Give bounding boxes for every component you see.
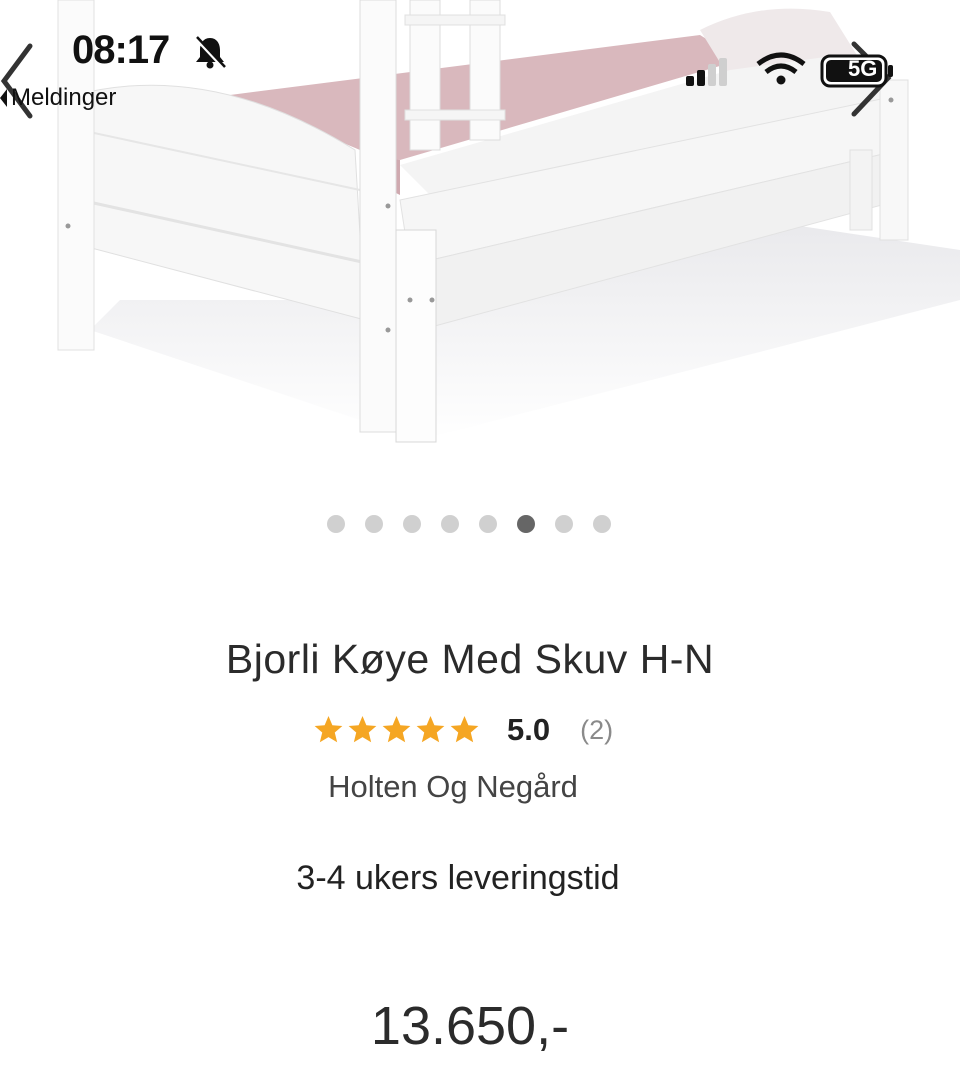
carousel-dot[interactable]: [593, 515, 611, 533]
star-rating: [312, 714, 481, 746]
star-icon: [382, 716, 411, 743]
bunk-bed-illustration: [57, 0, 960, 443]
carousel-pagination[interactable]: [327, 515, 611, 533]
star-icon: [416, 716, 445, 743]
rating-value: 5.0: [507, 712, 551, 747]
carousel-dot[interactable]: [403, 515, 421, 533]
product-price: 13.650,-: [370, 996, 570, 1056]
star-icon: [348, 716, 377, 743]
back-app-label: Meldinger: [11, 84, 117, 111]
carousel-dot[interactable]: [555, 515, 573, 533]
carousel-dot[interactable]: [327, 515, 345, 533]
product-image[interactable]: 08:17 Meldinger 5G: [0, 0, 960, 490]
carousel-dot[interactable]: [365, 515, 383, 533]
network-type-label: 5G: [848, 56, 878, 81]
product-title: Bjorli Køye Med Skuv H-N: [225, 636, 715, 682]
review-count[interactable]: (2): [580, 715, 613, 746]
star-icon: [450, 716, 479, 743]
delivery-time: 3-4 ukers leveringstid: [296, 859, 620, 897]
status-time: 08:17: [72, 28, 170, 72]
brand-name[interactable]: Holten Og Negård: [0, 769, 906, 805]
carousel-dot-active[interactable]: [517, 515, 535, 533]
rating-row[interactable]: 5.0 (2): [312, 712, 613, 748]
back-to-app-link[interactable]: Meldinger: [0, 84, 116, 112]
star-icon: [314, 716, 343, 743]
carousel-dot[interactable]: [441, 515, 459, 533]
back-triangle-icon: [0, 89, 7, 107]
carousel-dot[interactable]: [479, 515, 497, 533]
